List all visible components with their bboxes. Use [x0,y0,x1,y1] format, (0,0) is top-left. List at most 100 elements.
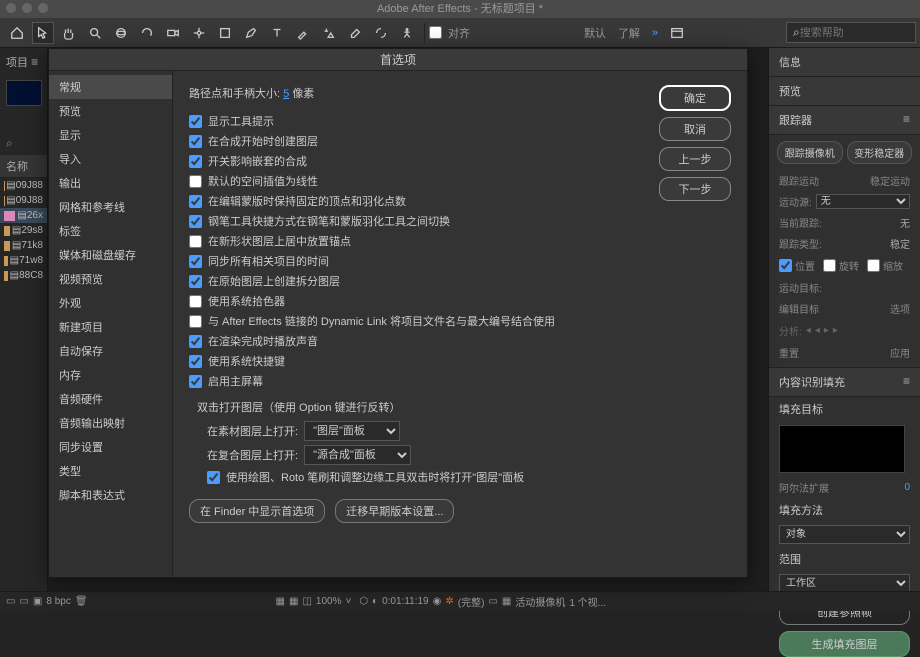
info-panel-tab[interactable]: 信息 [779,54,801,70]
trash-icon[interactable]: 🗑 [75,596,88,607]
orbit-tool-icon[interactable] [110,22,132,44]
position-checkbox[interactable] [779,259,792,272]
project-item[interactable]: ▤09J88 [0,178,47,193]
views-value[interactable]: 1 个视... [569,594,606,609]
track-camera-button[interactable]: 跟踪摄像机 [777,141,843,164]
panel-menu-icon[interactable]: ≡ [903,374,910,390]
window-controls[interactable] [6,3,48,13]
clone-tool-icon[interactable] [318,22,340,44]
pref-checkbox-o3[interactable] [189,155,202,168]
pref-category[interactable]: 预览 [49,99,172,123]
panel-menu-icon[interactable]: ≡ [903,112,910,128]
pref-checkbox-o12[interactable] [189,335,202,348]
pref-category[interactable]: 输出 [49,171,172,195]
project-item[interactable]: ▤26x [0,208,47,223]
bin-icon[interactable]: ▭ [6,596,15,607]
hand-tool-icon[interactable] [58,22,80,44]
project-tab[interactable]: 项目 [6,57,28,69]
pref-checkbox-o1[interactable] [189,115,202,128]
pref-checkbox-o6[interactable] [189,215,202,228]
panel-menu-icon[interactable] [666,22,688,44]
shape-tool-icon[interactable] [214,22,236,44]
select-tool-icon[interactable] [32,22,54,44]
preview-panel-tab[interactable]: 预览 [779,83,801,99]
pref-category[interactable]: 常规 [49,75,172,99]
rotation-checkbox[interactable] [823,259,836,272]
pref-category[interactable]: 新建项目 [49,315,172,339]
pref-category[interactable]: 网格和参考线 [49,195,172,219]
footage-open-select[interactable]: "图层"面板 [304,421,400,441]
grid-icon[interactable]: ▦ [289,596,298,607]
workspace-learn[interactable]: 了解 [618,25,640,41]
step-fwd-icon[interactable]: ▸ [833,325,838,336]
eraser-tool-icon[interactable] [344,22,366,44]
pref-checkbox-o9[interactable] [189,275,202,288]
paint-dblclick-checkbox[interactable] [207,471,220,484]
pref-category[interactable]: 自动保存 [49,339,172,363]
next-button[interactable]: 下一步 [659,177,731,201]
search-icon[interactable]: ⌕ [6,136,13,151]
pref-category[interactable]: 视频预览 [49,267,172,291]
alpha-expansion-value[interactable]: 0 [904,482,910,493]
pref-category[interactable]: 外观 [49,291,172,315]
pref-category[interactable]: 脚本和表达式 [49,483,172,507]
timecode-value[interactable]: 0:01:11:19 [382,596,429,607]
exposure-icon[interactable]: ◐ [372,596,378,607]
project-item[interactable]: ▤29s8 [0,223,47,238]
project-item[interactable]: ▤88C8 [0,268,47,283]
fill-method-select[interactable]: 对象 [779,525,910,544]
snap-checkbox[interactable] [429,26,442,39]
tracker-panel-tab[interactable]: 跟踪器 [779,112,812,128]
zoom-tool-icon[interactable] [84,22,106,44]
composite-icon[interactable]: ⬡ [359,596,368,607]
pref-category[interactable]: 音频硬件 [49,387,172,411]
pref-checkbox-o5[interactable] [189,195,202,208]
help-search[interactable]: ⌕ [786,22,916,43]
pref-category[interactable]: 音频输出映射 [49,411,172,435]
pref-category[interactable]: 显示 [49,123,172,147]
pref-category[interactable]: 媒体和磁盘缓存 [49,243,172,267]
show-in-finder-button[interactable]: 在 Finder 中显示首选项 [189,499,325,523]
pref-checkbox-o10[interactable] [189,295,202,308]
project-item[interactable]: ▤71w8 [0,253,47,268]
name-column-header[interactable]: 名称 [0,155,47,178]
transparency-icon[interactable]: ▦ [502,596,511,607]
snapshot-icon[interactable]: ◉ [433,596,442,607]
bpc-label[interactable]: 8 bpc [46,596,70,607]
prev-button[interactable]: 上一步 [659,147,731,171]
project-item[interactable]: ▤71k8 [0,238,47,253]
folder-icon[interactable]: ▭ [19,596,28,607]
comp-icon[interactable]: ▣ [33,596,42,607]
scale-checkbox[interactable] [867,259,880,272]
workspace-default[interactable]: 默认 [584,25,606,41]
ok-button[interactable]: 确定 [659,85,731,111]
rotate-tool-icon[interactable] [136,22,158,44]
asset-thumbnail[interactable] [6,80,42,106]
path-size-value[interactable]: 5 [283,88,289,100]
migrate-settings-button[interactable]: 迁移早期版本设置... [335,499,454,523]
color-icon[interactable]: ✲ [445,596,453,607]
roto-tool-icon[interactable] [370,22,392,44]
chevron-down-icon[interactable]: ˅ [345,596,351,607]
pref-checkbox-o8[interactable] [189,255,202,268]
anchor-tool-icon[interactable] [188,22,210,44]
pref-checkbox-o11[interactable] [189,315,202,328]
home-icon[interactable] [6,22,28,44]
help-search-input[interactable] [800,27,900,39]
pref-category[interactable]: 标签 [49,219,172,243]
pref-checkbox-o7[interactable] [189,235,202,248]
alpha-icon[interactable]: ▦ [276,596,285,607]
pen-tool-icon[interactable] [240,22,262,44]
mask-icon[interactable]: ◫ [302,596,311,607]
zoom-value[interactable]: 100% [316,596,342,607]
cancel-button[interactable]: 取消 [659,117,731,141]
pref-checkbox-o2[interactable] [189,135,202,148]
pref-category[interactable]: 同步设置 [49,435,172,459]
pref-checkbox-o13[interactable] [189,355,202,368]
step-back-icon[interactable]: ◂ [806,325,811,336]
brush-tool-icon[interactable] [292,22,314,44]
warp-stabilizer-button[interactable]: 变形稳定器 [847,141,913,164]
pref-checkbox-o14[interactable] [189,375,202,388]
pref-category[interactable]: 类型 [49,459,172,483]
content-aware-fill-tab[interactable]: 内容识别填充 [779,374,845,390]
